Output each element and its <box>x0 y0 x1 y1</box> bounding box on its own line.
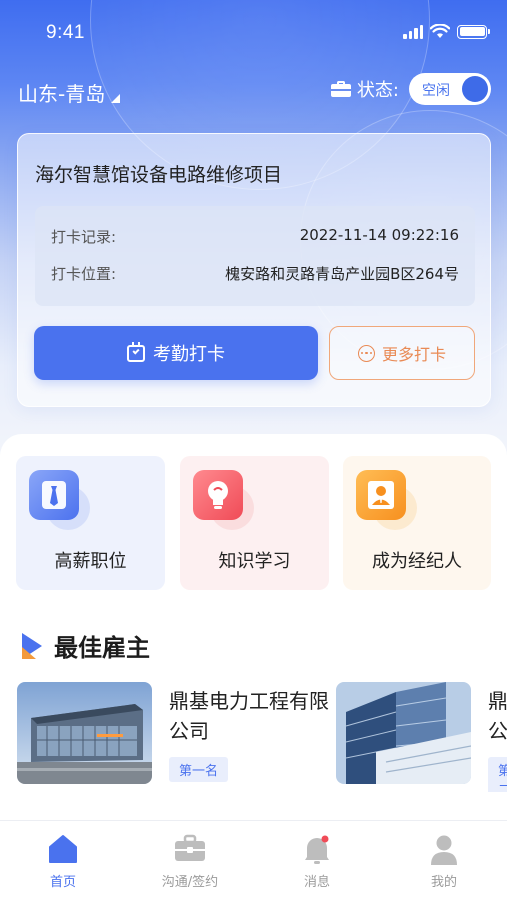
toggle-knob <box>462 76 488 102</box>
signal-icon <box>403 24 423 39</box>
employer-name: 鼎基电力工程有限公司 <box>488 689 507 743</box>
building-image <box>336 682 471 784</box>
best-employers-title: 最佳雇主 <box>22 628 150 663</box>
home-icon <box>49 835 77 863</box>
employer-rank-badge: 第一名 <box>169 757 229 782</box>
checkin-location-value: 槐安路和灵路青岛产业园B区264号 <box>225 265 459 283</box>
tab-label: 我的 <box>430 875 457 890</box>
employer-card[interactable]: 鼎基电力工程有限公司 第一名 <box>17 682 337 792</box>
more-dots-icon <box>357 344 375 362</box>
system-icons <box>403 24 490 39</box>
state-toggle[interactable]: 空闲 <box>409 73 491 105</box>
person-icon <box>431 835 457 865</box>
tab-communication-contract[interactable]: 沟通/签约 <box>127 821 253 900</box>
bell-icon <box>305 835 329 864</box>
lightbulb-icon <box>193 470 243 520</box>
tab-label: 首页 <box>49 875 76 890</box>
tile-label: 知识学习 <box>218 551 291 572</box>
agent-icon <box>356 470 406 520</box>
section-title-text: 最佳雇主 <box>54 634 150 662</box>
employer-rank-badge: 第二名 <box>488 757 507 792</box>
work-state: 状态: 空闲 <box>330 73 491 105</box>
tie-icon <box>29 470 79 520</box>
more-checkin-button[interactable]: 更多打卡 <box>329 326 475 380</box>
status-bar: 9:41 <box>0 0 507 66</box>
state-label: 状态: <box>356 80 399 101</box>
dropdown-triangle-icon <box>111 94 121 103</box>
tile-label: 成为经纪人 <box>372 551 462 572</box>
content-panel: 高薪职位 知识学习 成为经纪人 最佳雇主 鼎基电力工程有限公司 第一名 鼎 公 … <box>0 434 507 824</box>
employer-card[interactable]: 鼎基电力工程有限公司 第二名 <box>336 682 507 792</box>
tile-high-salary-jobs[interactable]: 高薪职位 <box>16 456 165 590</box>
briefcase-icon <box>175 834 205 861</box>
tab-label: 消息 <box>303 875 330 890</box>
record-label: 打卡记录: <box>51 228 117 246</box>
more-checkin-label: 更多打卡 <box>381 345 446 364</box>
calendar-check-icon <box>127 341 145 362</box>
tab-home[interactable]: 首页 <box>0 821 126 900</box>
record-row: 打卡记录: 2022-11-14 09:22:16 <box>51 226 459 247</box>
bottom-tab-bar: 首页 沟通/签约 消息 我的 <box>0 820 507 900</box>
wifi-icon <box>430 24 450 38</box>
tab-label: 沟通/签约 <box>161 875 219 890</box>
attendance-checkin-label: 考勤打卡 <box>153 344 225 365</box>
attendance-checkin-button[interactable]: 考勤打卡 <box>34 326 318 380</box>
location-selector[interactable]: 山东-青岛 <box>18 78 121 107</box>
tile-knowledge-learning[interactable]: 知识学习 <box>180 456 329 590</box>
employer-name: 鼎基电力工程有限公司 <box>169 689 329 743</box>
tile-become-agent[interactable]: 成为经纪人 <box>343 456 491 590</box>
project-title: 海尔智慧馆设备电路维修项目 <box>35 164 283 186</box>
location-row: 打卡位置: 槐安路和灵路青岛产业园B区264号 <box>51 263 459 284</box>
section-marker-icon <box>22 632 42 659</box>
location-label: 山东-青岛 <box>18 82 106 106</box>
state-value: 空闲 <box>422 83 450 99</box>
tab-mine[interactable]: 我的 <box>381 821 507 900</box>
header-row: 山东-青岛 状态: 空闲 <box>0 72 507 112</box>
status-time: 9:41 <box>46 22 85 43</box>
checkin-card: 海尔智慧馆设备电路维修项目 打卡记录: 2022-11-14 09:22:16 … <box>17 133 491 407</box>
battery-icon <box>457 24 490 39</box>
briefcase-icon <box>330 81 351 97</box>
building-image <box>17 682 152 784</box>
record-value: 2022-11-14 09:22:16 <box>299 226 459 244</box>
tile-label: 高薪职位 <box>54 551 127 572</box>
checkin-info: 打卡记录: 2022-11-14 09:22:16 打卡位置: 槐安路和灵路青岛… <box>35 206 475 306</box>
tab-messages[interactable]: 消息 <box>254 821 380 900</box>
checkin-location-label: 打卡位置: <box>51 265 117 283</box>
